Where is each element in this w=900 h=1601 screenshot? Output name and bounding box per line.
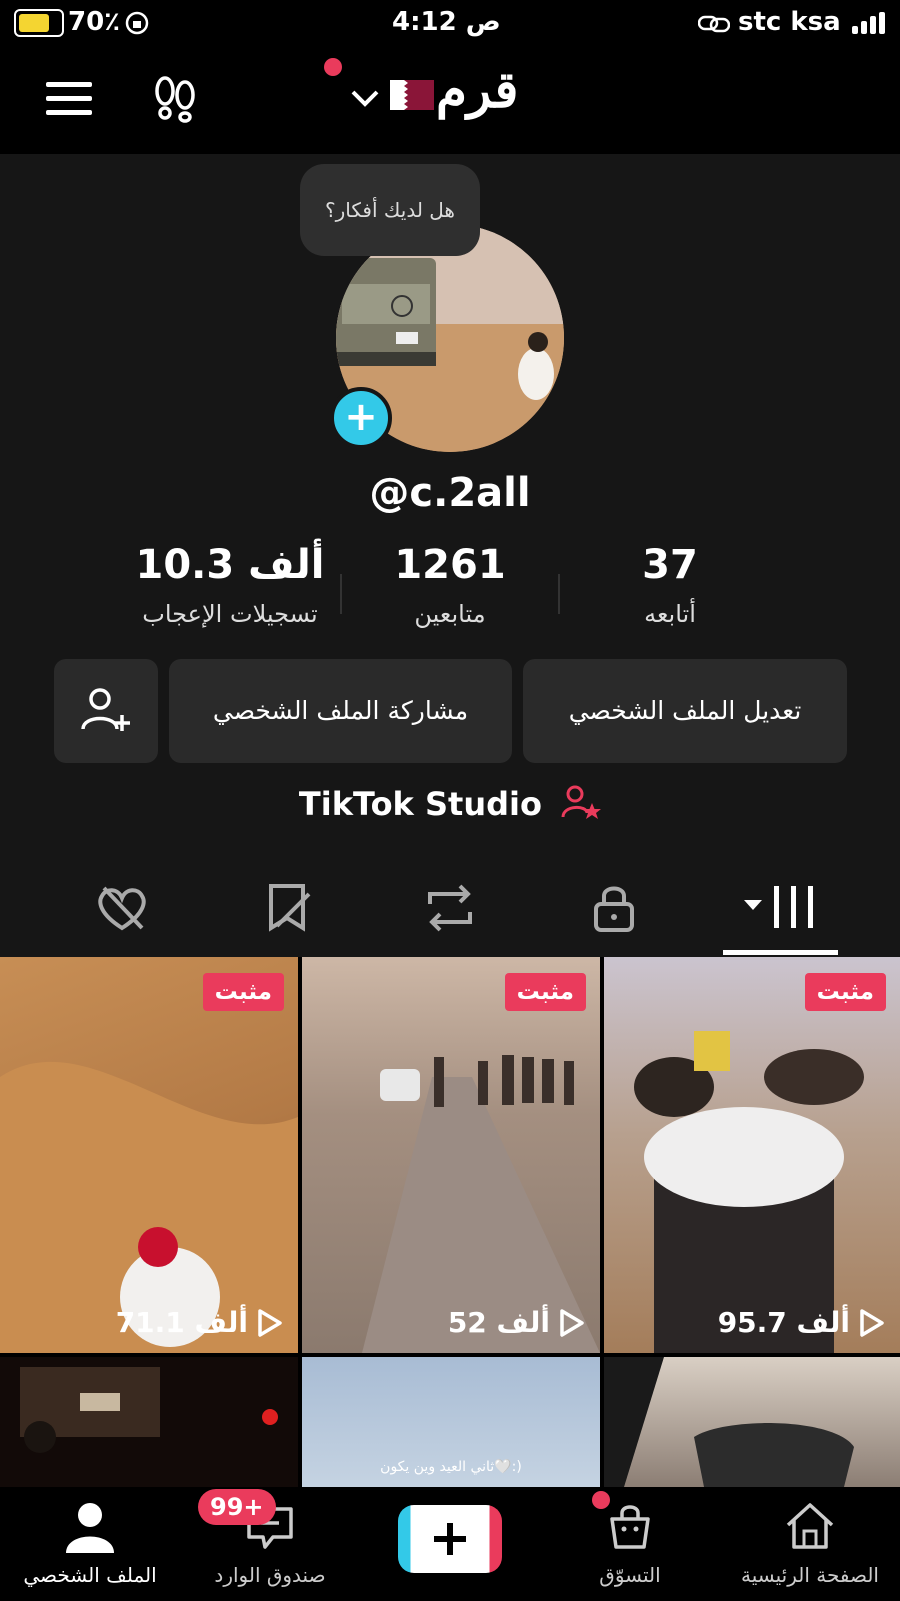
tab-private[interactable] xyxy=(584,878,644,938)
video-thumbnail[interactable]: مثبت 71.1 ألف xyxy=(0,957,298,1353)
nav-inbox-label: صندوق الوارد xyxy=(214,1563,326,1587)
followers-label: متابعين xyxy=(414,600,486,628)
likes-count: 10.3 ألف xyxy=(135,542,325,588)
rotation-lock-icon xyxy=(124,10,150,43)
signal-icon xyxy=(852,12,886,34)
desert-image xyxy=(0,1061,298,1353)
add-friend-button[interactable] xyxy=(54,659,158,763)
create-button[interactable] xyxy=(398,1505,502,1573)
pinned-badge: مثبت xyxy=(202,973,284,1011)
likes-label: تسجيلات الإعجاب xyxy=(142,600,318,628)
hidden-heart-icon xyxy=(98,886,146,931)
nav-profile-label: الملف الشخصي xyxy=(23,1563,157,1587)
creator-star-icon xyxy=(561,785,602,819)
tiktok-studio-link[interactable]: TikTok Studio xyxy=(0,783,900,823)
play-icon xyxy=(860,1308,884,1337)
nav-shop[interactable]: التسوّق xyxy=(540,1487,720,1601)
view-count: 95.7 ألف xyxy=(718,1306,886,1339)
qatar-flag-icon xyxy=(390,80,434,110)
profile-icon xyxy=(66,1503,114,1553)
inbox-badge: 99+ xyxy=(198,1489,276,1525)
view-count: 52 ألف xyxy=(448,1306,586,1339)
nav-profile[interactable]: الملف الشخصي xyxy=(0,1487,180,1601)
clock: 4:12 ص xyxy=(392,7,501,37)
nav-inbox[interactable]: 99+ صندوق الوارد xyxy=(180,1487,360,1601)
view-count-text: 71.1 ألف xyxy=(115,1306,248,1339)
pinned-badge: مثبت xyxy=(804,973,886,1011)
shop-notification-dot xyxy=(592,1491,610,1509)
top-nav: قرم xyxy=(0,46,900,154)
status-bar: 70٪ 4:12 ص stc ksa xyxy=(0,0,900,46)
repost-icon xyxy=(428,884,472,932)
view-count-text: 52 ألف xyxy=(447,1306,550,1339)
video-thumbnail[interactable]: ثاني العيد وين يكون🤍:) xyxy=(302,1357,600,1487)
account-name[interactable]: قرم xyxy=(436,60,518,119)
camels-pot-image xyxy=(634,1031,864,1353)
home-icon xyxy=(786,1503,834,1549)
battery-icon xyxy=(14,9,64,37)
footprints-icon[interactable] xyxy=(150,74,200,124)
tab-videos[interactable] xyxy=(744,878,818,938)
video-thumbnail[interactable] xyxy=(0,1357,298,1487)
video-thumbnail[interactable]: مثبت 95.7 ألف xyxy=(604,957,900,1353)
followers-count: 1261 xyxy=(394,542,506,588)
tab-reposts[interactable] xyxy=(420,878,480,938)
nav-home[interactable]: الصفحة الرئيسية xyxy=(720,1487,900,1601)
thoughts-bubble[interactable]: هل لديك أفكار؟ xyxy=(300,164,480,256)
following-count: 37 xyxy=(642,542,698,588)
chevron-down-icon[interactable] xyxy=(350,86,380,110)
share-profile-button[interactable]: مشاركة الملف الشخصي xyxy=(169,659,512,763)
hidden-bookmark-icon xyxy=(269,884,311,932)
menu-icon[interactable] xyxy=(46,80,94,118)
battery-percent: 70٪ xyxy=(68,7,121,37)
car-mirror-image xyxy=(604,1357,854,1487)
video-caption: ثاني العيد وين يكون🤍:) xyxy=(380,1459,522,1475)
truck-night-image xyxy=(20,1367,278,1453)
road-camels-image xyxy=(362,1055,600,1353)
active-tab-indicator xyxy=(723,950,838,955)
play-icon xyxy=(560,1308,584,1337)
pinned-badge: مثبت xyxy=(504,973,586,1011)
add-user-icon xyxy=(81,688,130,731)
tab-liked[interactable] xyxy=(92,878,152,938)
play-icon xyxy=(258,1308,282,1337)
add-story-button[interactable]: + xyxy=(330,387,392,449)
video-grid: مثبت 71.1 ألف مثبت 52 ألف مثبت 95.7 ألف xyxy=(0,957,900,1487)
view-count-text: 95.7 ألف xyxy=(717,1306,850,1339)
lock-icon xyxy=(594,886,634,932)
carrier: stc ksa xyxy=(738,7,841,37)
stat-likes: 10.3 ألف تسجيلات الإعجاب xyxy=(120,542,340,628)
videos-grid-icon xyxy=(744,886,813,928)
video-thumbnail[interactable]: مثبت 52 ألف xyxy=(302,957,600,1353)
view-count: 71.1 ألف xyxy=(116,1306,284,1339)
studio-label: TikTok Studio xyxy=(298,785,542,823)
following-label: أتابعه xyxy=(644,600,696,628)
tab-saved[interactable] xyxy=(257,878,317,938)
shopping-bag-icon xyxy=(610,1505,650,1549)
content-tabs xyxy=(0,860,900,956)
username: @c.2all xyxy=(369,470,531,516)
stat-followers[interactable]: 1261 متابعين xyxy=(340,542,560,628)
stat-following[interactable]: 37 أتابعه xyxy=(560,542,780,628)
nav-home-label: الصفحة الرئيسية xyxy=(741,1563,879,1587)
bottom-nav: الملف الشخصي 99+ صندوق الوارد التسوّق ال… xyxy=(0,1487,900,1601)
video-thumbnail[interactable] xyxy=(604,1357,900,1487)
edit-profile-button[interactable]: تعديل الملف الشخصي xyxy=(523,659,847,763)
plus-icon xyxy=(434,1523,466,1555)
notification-dot xyxy=(324,58,342,76)
link-icon xyxy=(697,12,731,42)
nav-shop-label: التسوّق xyxy=(599,1563,661,1587)
